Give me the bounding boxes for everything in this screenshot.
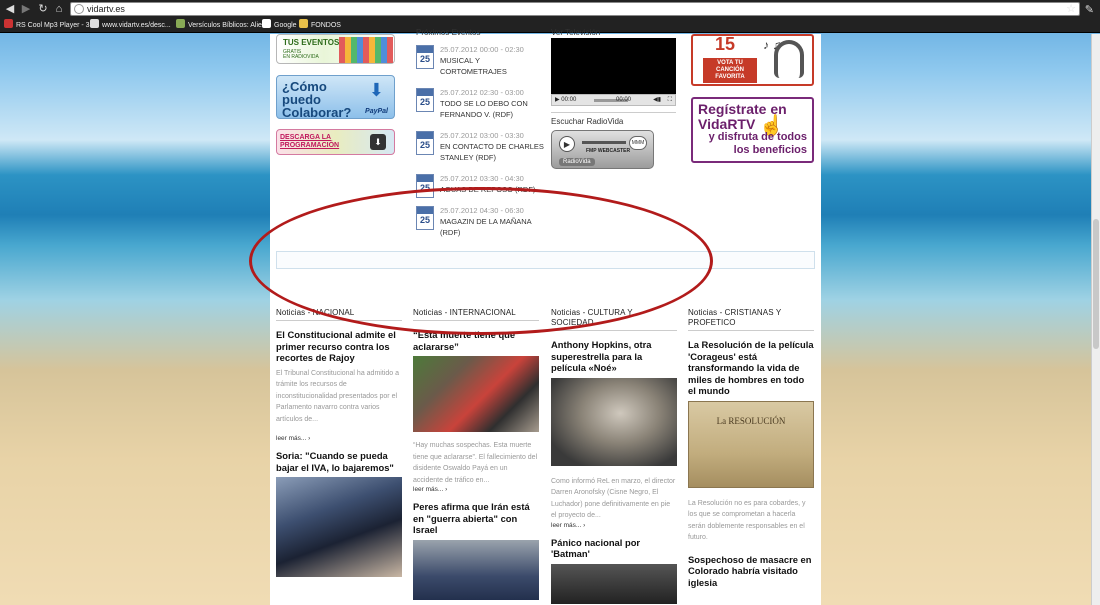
radio-volume-icon[interactable]: MMM xyxy=(629,136,647,150)
tv-heading: Ver Televisión xyxy=(551,28,601,37)
browser-chrome: ◀ ▶ ↻ ⌂ vidartv.es ☆ ✎ RS Cool Mp3 Playe… xyxy=(0,0,1100,33)
top40-banner[interactable]: 15 VOTA TU CANCIÓN FAVORITA ♪ ♫ xyxy=(691,34,814,86)
download-icon: ⬇ xyxy=(370,134,386,150)
page-content: TUS EVENTOS GRATIS EN RADIOVIDA ¿Cómo pu… xyxy=(270,28,821,605)
divider xyxy=(551,112,676,113)
radio-brand: FMP WEBCASTER xyxy=(586,148,631,154)
list-item[interactable]: 25 25.07.2012 02:30 - 03:00 TODO SE LO DEB… xyxy=(416,88,546,131)
registrate-banner[interactable]: Regístrate en VidaRTV ☝ y disfruta de to… xyxy=(691,97,814,163)
article-photo[interactable] xyxy=(551,563,677,604)
scrollbar-thumb[interactable] xyxy=(1093,219,1099,349)
list-item[interactable]: 25 25.07.2012 00:00 - 02:30 MUSICAL Y CORT… xyxy=(416,45,546,88)
events-list: Próximos Eventos 25 25.07.2012 00:00 - 02… xyxy=(416,28,546,249)
colaborar-banner[interactable]: ¿Cómo puedo Colaborar? ⬇ PayPal xyxy=(276,75,395,119)
article-title[interactable]: Sospechoso de masacre en Colorado habría… xyxy=(688,554,814,589)
folder-icon xyxy=(299,19,308,28)
down-arrow-icon: ⬇ xyxy=(368,80,384,100)
mp3-bookmark-icon xyxy=(4,19,13,28)
list-item[interactable]: 25 25.07.2012 03:30 - 04:30 AGUAS DE REPOS… xyxy=(416,174,546,206)
tv-video-player[interactable] xyxy=(551,38,676,94)
vota-text: VOTA TU CANCIÓN FAVORITA xyxy=(703,58,757,83)
scrollbar[interactable] xyxy=(1091,34,1100,605)
reload-icon[interactable]: ↻ xyxy=(37,3,49,15)
bookmark-item[interactable]: RS Cool Mp3 Player - 3... xyxy=(4,19,95,31)
address-bar[interactable]: vidartv.es xyxy=(70,2,1080,16)
news-column-cultura: Noticias - CULTURA Y SOCIEDAD Anthony Ho… xyxy=(551,308,677,605)
eventos-banner[interactable]: TUS EVENTOS GRATIS EN RADIOVIDA xyxy=(276,34,395,64)
article-title[interactable]: Peres afirma que Irán está en "guerra ab… xyxy=(413,501,539,536)
forward-arrow-icon[interactable]: ▶ xyxy=(20,3,32,15)
fullscreen-icon[interactable]: ⛶ xyxy=(668,95,672,105)
article-title[interactable]: El Constitucional admite el primer recur… xyxy=(276,329,402,364)
globe-icon xyxy=(74,4,84,14)
time-total: 00:00 xyxy=(616,97,632,103)
page-bookmark-icon xyxy=(90,19,99,28)
article-summary: El Tribunal Constitucional ha admitido a… xyxy=(276,369,399,423)
bookmark-item[interactable]: www.vidartv.es/desc... xyxy=(90,19,171,31)
section-heading: Noticias - CULTURA Y SOCIEDAD xyxy=(551,308,677,331)
media-column: Ver Televisión ▶ 00:00 00:00 ◀▮ ⛶ Escuchar … xyxy=(551,28,677,169)
address-text: vidartv.es xyxy=(87,4,125,14)
bookmark-item[interactable]: Versículos Bíblicos: Alie... xyxy=(176,19,268,31)
article-photo[interactable]: La RESOLUCIÓN xyxy=(688,400,814,488)
article-summary: Como informó ReL en marzo, el director D… xyxy=(551,477,676,520)
calendar-icon: 25 xyxy=(416,88,434,112)
section-heading: Noticias - INTERNACIONAL xyxy=(413,308,539,321)
article-title[interactable]: Pánico nacional por 'Batman' xyxy=(551,537,677,560)
paypal-logo: PayPal xyxy=(365,108,388,115)
empty-content-bar xyxy=(276,251,815,269)
article-title[interactable]: Soria: "Cuando se pueda bajar el IVA, lo… xyxy=(276,450,402,473)
colaborar-text: ¿Cómo puedo Colaborar? xyxy=(282,79,352,120)
google-bookmark-icon xyxy=(262,19,271,28)
news-column-internacional: Noticias - INTERNACIONAL “Esta muerte ti… xyxy=(413,308,539,604)
calendar-icon: 25 xyxy=(416,131,434,155)
home-icon[interactable]: ⌂ xyxy=(53,3,65,15)
radio-slider[interactable] xyxy=(582,141,626,144)
article-summary: “Hay muchas sospechas. Esta muerte tiene… xyxy=(413,442,538,484)
descarga-text: DESCARGA LA PROGRAMACIÓN xyxy=(280,134,340,149)
calendar-icon: 25 xyxy=(416,45,434,69)
top40-number: 15 xyxy=(715,34,736,54)
radio-play-icon[interactable]: ▶ xyxy=(559,136,575,152)
bookmark-item[interactable]: Google xyxy=(262,19,297,31)
back-arrow-icon[interactable]: ◀ xyxy=(4,3,16,15)
volume-icon[interactable]: ◀▮ xyxy=(653,95,661,105)
radio-player[interactable]: ▶ FMP WEBCASTER MMM RadioVida xyxy=(551,130,654,169)
bookmark-item[interactable]: FONDOS xyxy=(299,19,341,31)
list-item[interactable]: 25 25.07.2012 04:30 - 06:30 MAGAZIN DE LA … xyxy=(416,206,546,249)
article-photo[interactable] xyxy=(413,356,539,432)
calendar-icon: 25 xyxy=(416,206,434,230)
list-item[interactable]: 25 25.07.2012 03:00 - 03:30 EN CONTACTO DE… xyxy=(416,131,546,174)
article-title[interactable]: Anthony Hopkins, otra superestrella para… xyxy=(551,339,677,374)
article-summary: La Resolución no es para cobardes, y los… xyxy=(688,499,806,542)
radio-heading: Escuchar RadioVida xyxy=(551,117,624,126)
descarga-banner[interactable]: DESCARGA LA PROGRAMACIÓN ⬇ xyxy=(276,129,395,155)
article-photo[interactable] xyxy=(551,377,677,466)
news-column-cristianas: Noticias - CRISTIANAS Y PROFETICO La Res… xyxy=(688,308,814,592)
section-heading: Noticias - NACIONAL xyxy=(276,308,402,321)
read-more-link[interactable]: leer más... › xyxy=(413,486,539,493)
photo-caption: La RESOLUCIÓN xyxy=(716,415,786,426)
article-title[interactable]: La Resolución de la película 'Corageus' … xyxy=(688,339,814,397)
news-column-nacional: Noticias - NACIONAL El Constitucional ad… xyxy=(276,308,402,581)
events-heading: Próximos Eventos xyxy=(416,28,481,37)
section-heading: Noticias - CRISTIANAS Y PROFETICO xyxy=(688,308,814,331)
eventos-title: TUS EVENTOS xyxy=(283,38,340,47)
radio-label: RadioVida xyxy=(559,158,595,166)
calendar-icon: 25 xyxy=(416,174,434,198)
video-controls[interactable]: ▶ 00:00 00:00 ◀▮ ⛶ xyxy=(551,94,676,106)
headphones-icon xyxy=(774,40,804,78)
wrench-icon[interactable]: ✎ xyxy=(1085,3,1094,16)
time-elapsed: 00:00 xyxy=(561,97,577,103)
read-more-link[interactable]: leer más... › xyxy=(551,522,677,529)
people-illustration xyxy=(339,37,393,63)
bible-bookmark-icon xyxy=(176,19,185,28)
read-more-link[interactable]: leer más... › xyxy=(276,435,402,442)
article-photo[interactable] xyxy=(413,539,539,600)
article-photo[interactable] xyxy=(276,477,402,577)
registrate-subtitle: y disfruta de todos los beneficios xyxy=(708,131,807,156)
article-title[interactable]: “Esta muerte tiene que aclararse” xyxy=(413,329,539,352)
star-icon[interactable]: ☆ xyxy=(1066,2,1076,15)
